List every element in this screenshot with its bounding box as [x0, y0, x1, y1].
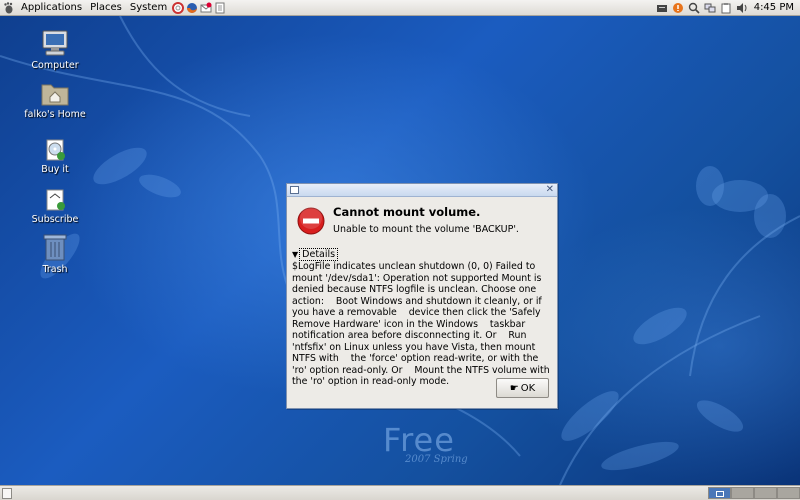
keyboard-icon[interactable] [656, 2, 668, 14]
computer-icon [42, 30, 68, 56]
workspace-4[interactable] [777, 487, 800, 499]
window-menu-icon[interactable] [290, 186, 299, 194]
volume-icon[interactable] [736, 2, 748, 14]
details-expander[interactable]: ▼ Details [292, 248, 339, 261]
ok-button[interactable]: ☛ OK [496, 378, 549, 398]
main-menu-bar: Applications Places System [0, 0, 231, 16]
close-icon[interactable]: ✕ [546, 184, 554, 196]
clipboard-icon[interactable] [720, 2, 732, 14]
desktop-icon-label: Buy it [41, 164, 69, 175]
workspace-2[interactable] [731, 487, 754, 499]
workspace-3[interactable] [754, 487, 777, 499]
home-folder-icon [41, 84, 69, 106]
dialog-message: Unable to mount the volume 'BACKUP'. [333, 224, 519, 235]
details-text: $LogFile indicates unclean shutdown (0, … [292, 261, 553, 387]
error-stop-icon [297, 207, 325, 235]
error-dialog: ✕ Cannot mount volume. Unable to mount t… [286, 183, 558, 409]
desktop-icon-label: Trash [42, 264, 68, 275]
menu-system[interactable]: System [126, 0, 171, 16]
menu-places[interactable]: Places [86, 0, 126, 16]
wallpaper-brand-subtext: 2007 Spring [405, 454, 468, 465]
ok-button-label: OK [520, 382, 536, 394]
window-thumbnail-icon [715, 491, 724, 497]
dialog-titlebar[interactable]: ✕ [287, 184, 557, 197]
desktop-icon-subscribe[interactable]: Subscribe [15, 188, 95, 225]
network-icon[interactable] [704, 2, 716, 14]
show-desktop-button[interactable] [2, 488, 12, 499]
dialog-title: Cannot mount volume. [333, 205, 481, 219]
desktop-icon-label: falko's Home [24, 109, 86, 120]
desktop-icon-buy-it[interactable]: Buy it [15, 138, 95, 175]
desktop-icon-trash[interactable]: Trash [15, 232, 95, 275]
menu-applications[interactable]: Applications [17, 0, 86, 16]
bottom-panel [0, 485, 800, 500]
desktop-icon-label: Subscribe [31, 214, 79, 225]
expander-arrow-icon: ▼ [292, 250, 299, 259]
trash-icon [43, 234, 67, 261]
desktop-icon-home[interactable]: falko's Home [15, 79, 95, 120]
workspace-switcher [708, 487, 800, 499]
document-link-icon [46, 189, 65, 211]
help-lifebuoy-icon[interactable] [172, 1, 185, 14]
desktop-icon-computer[interactable]: Computer [15, 28, 95, 71]
cd-link-icon [46, 139, 65, 161]
foot-logo-icon [4, 1, 13, 13]
text-editor-icon[interactable] [214, 2, 226, 14]
ok-hand-icon: ☛ [509, 382, 519, 394]
system-tray: 4:45 PM [654, 0, 800, 16]
desktop-icon-label: Computer [31, 60, 79, 71]
panel-clock[interactable]: 4:45 PM [750, 0, 800, 16]
update-notifier-icon[interactable] [672, 2, 684, 14]
search-icon[interactable] [688, 2, 700, 14]
top-panel: Applications Places System 4:45 PM [0, 0, 800, 16]
details-label: Details [299, 248, 339, 261]
email-client-icon[interactable] [200, 2, 212, 14]
firefox-icon[interactable] [186, 2, 198, 14]
workspace-1[interactable] [708, 487, 731, 499]
